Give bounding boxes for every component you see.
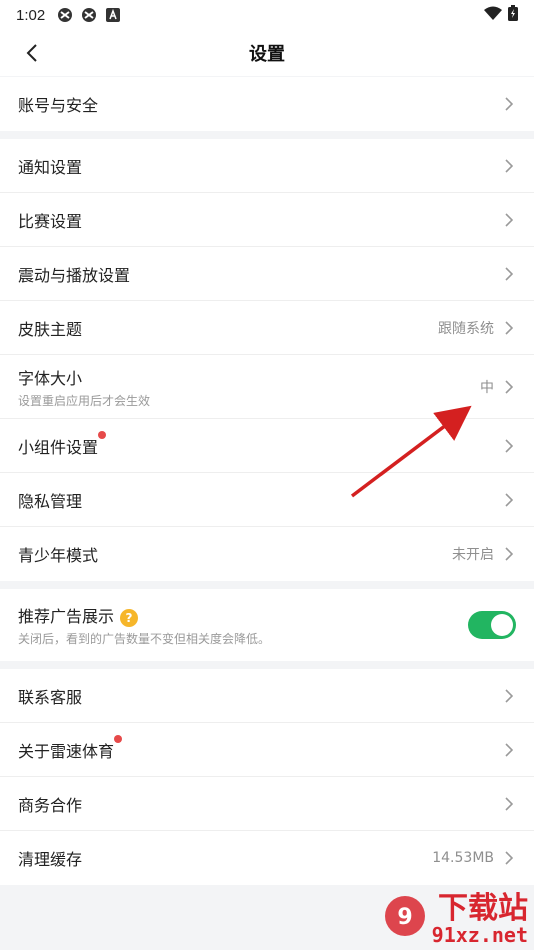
settings-group-ads: 推荐广告展示? 关闭后，看到的广告数量不变但相关度会降低。 <box>0 589 534 661</box>
row-business-cooperation[interactable]: 商务合作 <box>0 777 534 831</box>
help-icon[interactable]: ? <box>120 608 139 627</box>
row-label: 联系客服 <box>18 687 83 707</box>
row-notification-settings[interactable]: 通知设置 <box>0 139 534 193</box>
battery-icon <box>508 5 518 25</box>
row-label: 震动与播放设置 <box>18 265 131 285</box>
ads-toggle-switch[interactable] <box>468 611 516 639</box>
row-account-security[interactable]: 账号与安全 <box>0 77 534 131</box>
row-widget-settings[interactable]: 小组件设置 <box>0 419 534 473</box>
row-clear-cache[interactable]: 清理缓存 14.53MB <box>0 831 534 885</box>
chevron-right-icon <box>502 492 516 507</box>
status-bar: 1:02 <box>0 0 534 30</box>
keyboard-a-icon <box>105 7 121 23</box>
new-badge-dot <box>114 734 123 743</box>
row-recommended-ads: 推荐广告展示? 关闭后，看到的广告数量不变但相关度会降低。 <box>0 589 534 661</box>
row-match-settings[interactable]: 比赛设置 <box>0 193 534 247</box>
back-button[interactable] <box>18 39 46 67</box>
chevron-right-icon <box>502 796 516 811</box>
row-value: 跟随系统 <box>438 320 494 337</box>
chevron-right-icon <box>502 212 516 227</box>
row-font-size[interactable]: 字体大小 设置重启应用后才会生效 中 <box>0 355 534 419</box>
row-contact-support[interactable]: 联系客服 <box>0 669 534 723</box>
row-vibration-playback-settings[interactable]: 震动与播放设置 <box>0 247 534 301</box>
chevron-right-icon <box>502 547 516 561</box>
watermark-site: 91xz.net <box>431 923 528 947</box>
page-title: 设置 <box>249 44 285 65</box>
chevron-right-icon <box>502 266 516 281</box>
row-label: 字体大小 <box>18 368 83 388</box>
chevron-right-icon <box>502 438 516 453</box>
row-value: 中 <box>480 379 494 396</box>
chevron-right-icon <box>502 688 516 703</box>
row-label: 通知设置 <box>18 157 83 177</box>
navigation-bar: 设置 <box>0 30 534 76</box>
row-privacy-management[interactable]: 隐私管理 <box>0 473 534 527</box>
row-value: 14.53MB <box>432 850 494 866</box>
row-about[interactable]: 关于雷速体育 <box>0 723 534 777</box>
app-notification-icon <box>57 7 73 23</box>
row-label: 皮肤主题 <box>18 319 83 339</box>
row-teen-mode[interactable]: 青少年模式 未开启 <box>0 527 534 581</box>
watermark-title: 下载站 <box>438 891 528 926</box>
row-skin-theme[interactable]: 皮肤主题 跟随系统 <box>0 301 534 355</box>
row-label: 隐私管理 <box>18 491 83 511</box>
chevron-right-icon <box>502 320 516 335</box>
row-label: 账号与安全 <box>18 96 99 115</box>
settings-group-misc: 联系客服 关于雷速体育 商务合作 清理缓存 14.53MB <box>0 669 534 885</box>
chevron-right-icon <box>502 379 516 394</box>
row-subtitle: 关闭后，看到的广告数量不变但相关度会降低。 <box>18 632 271 646</box>
chevron-right-icon <box>502 158 516 173</box>
toggle-knob <box>491 614 513 636</box>
row-label: 推荐广告展示? <box>18 603 270 627</box>
chevron-right-icon <box>502 742 516 757</box>
row-label: 比赛设置 <box>18 211 83 231</box>
row-label: 商务合作 <box>18 795 83 815</box>
settings-group-account: 账号与安全 <box>0 77 534 131</box>
wifi-icon <box>484 6 502 24</box>
settings-group-general: 通知设置 比赛设置 震动与播放设置 皮肤主题 跟随系统 字体大小 设置重启应用后… <box>0 139 534 581</box>
new-badge-dot <box>98 430 107 439</box>
status-time: 1:02 <box>16 6 46 24</box>
row-label: 青少年模式 <box>18 546 99 565</box>
row-label: 清理缓存 <box>18 850 83 869</box>
app-notification-icon <box>81 7 97 23</box>
chevron-right-icon <box>502 851 516 865</box>
back-arrow-icon <box>26 44 37 62</box>
row-label: 小组件设置 <box>18 430 107 458</box>
svg-text:9: 9 <box>397 905 412 930</box>
chevron-right-icon <box>502 97 516 111</box>
watermark-91-icon: 9 <box>384 896 425 936</box>
row-value: 未开启 <box>452 547 494 563</box>
row-label: 关于雷速体育 <box>18 734 123 762</box>
row-subtitle: 设置重启应用后才会生效 <box>18 393 151 408</box>
watermark-logo: 9 下载站 91xz.net <box>382 894 528 946</box>
